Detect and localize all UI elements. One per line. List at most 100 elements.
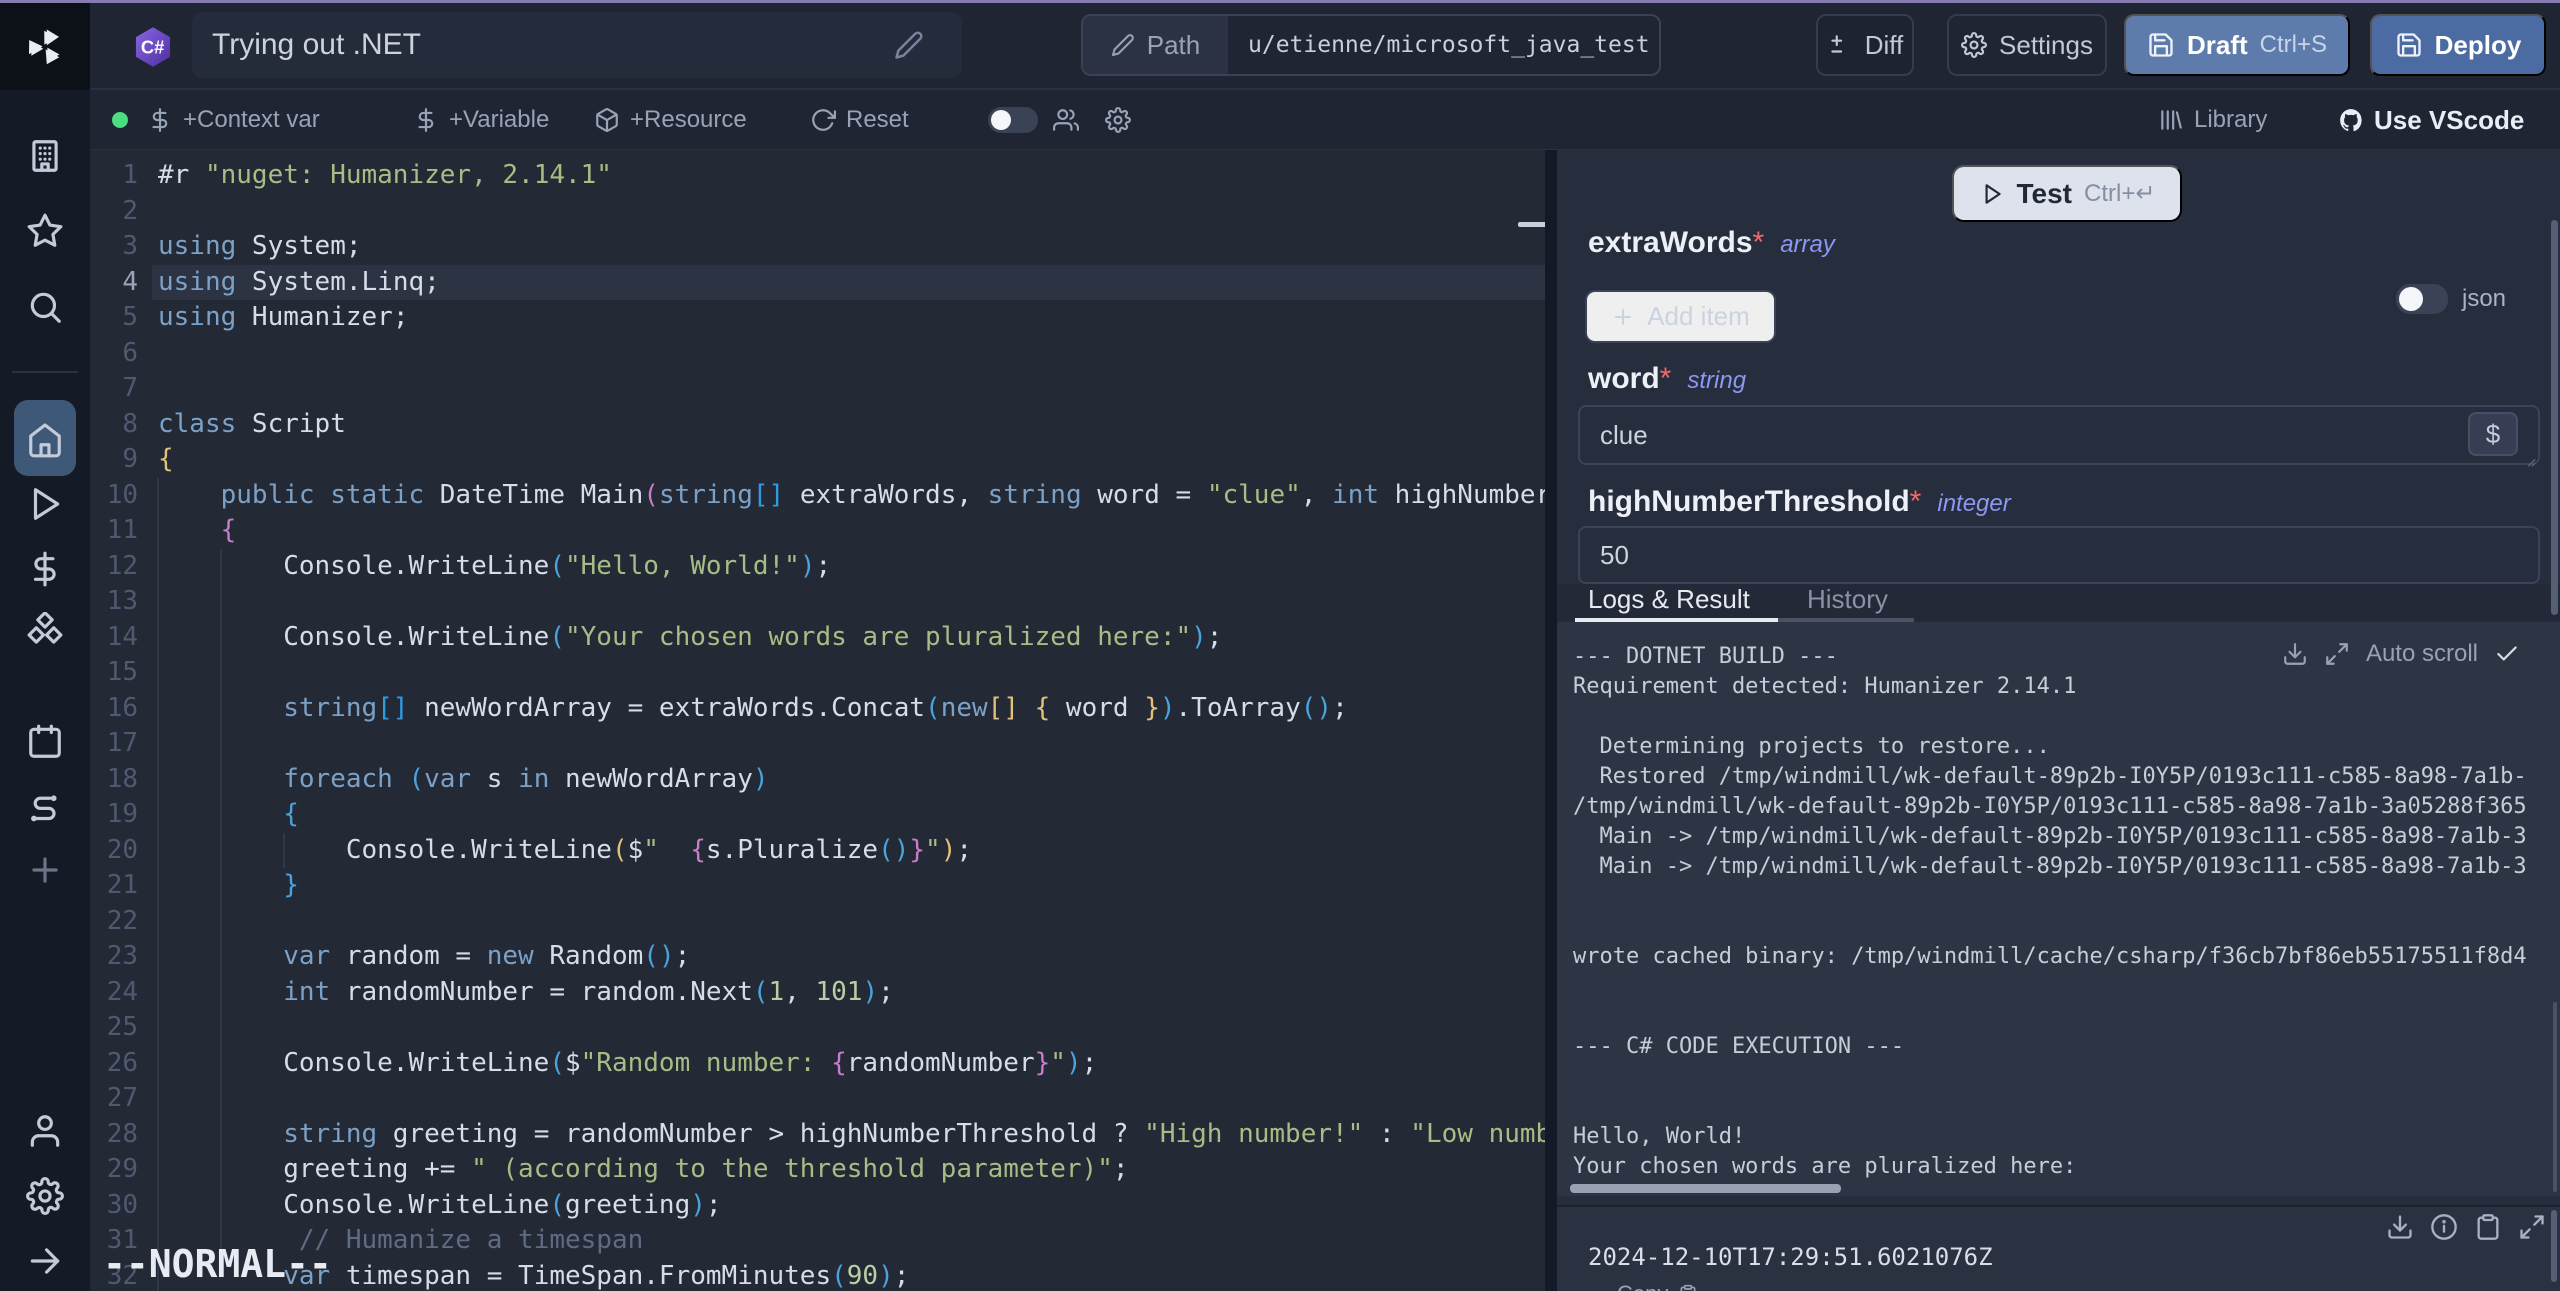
code-line: 17 <box>90 726 1545 762</box>
sidebar-item-building[interactable] <box>0 128 90 184</box>
editor-scroll-handle[interactable] <box>1518 222 1545 227</box>
code-line: 14 Console.WriteLine("Your chosen words … <box>90 620 1545 656</box>
sidebar-item-search[interactable] <box>0 279 90 335</box>
library-icon <box>2158 107 2184 133</box>
code-line: 28 string greeting = randomNumber > high… <box>90 1117 1545 1153</box>
add-item-button[interactable]: Add item <box>1585 290 1776 343</box>
edit-title-icon[interactable] <box>894 30 924 60</box>
sidebar-item-home[interactable] <box>0 412 90 468</box>
log-line: Restored /tmp/windmill/wk-default-89p2b-… <box>1573 762 2560 792</box>
add-variable-button[interactable]: +Variable <box>413 90 549 150</box>
log-output[interactable]: --- DOTNET BUILD ---Requirement detected… <box>1557 622 2560 1196</box>
editor-settings-button[interactable] <box>1105 90 1131 150</box>
clipboard-icon[interactable] <box>2474 1213 2502 1241</box>
script-title: Trying out .NET <box>212 28 894 62</box>
sidebar-item-gear[interactable] <box>0 1168 90 1224</box>
code-line: 3using System; <box>90 229 1545 265</box>
sidebar-item-arrow-right[interactable] <box>0 1233 90 1289</box>
sidebar-item-route[interactable] <box>0 781 90 837</box>
collaborators-button[interactable] <box>1053 90 1079 150</box>
script-title-field[interactable]: Trying out .NET <box>192 12 962 78</box>
path-label: Path <box>1147 30 1201 61</box>
topbar: C# Trying out .NET Path u/etienne/micros… <box>90 3 2560 90</box>
test-shortcut: Ctrl+↵ <box>2084 179 2155 208</box>
tab-logs-result[interactable]: Logs & Result <box>1588 584 1750 615</box>
users-icon <box>1053 107 1079 133</box>
sidebar-item-cubes[interactable] <box>0 603 90 659</box>
save-icon <box>2147 31 2175 59</box>
draft-button[interactable]: Draft Ctrl+S <box>2124 14 2350 76</box>
save-icon <box>2395 31 2423 59</box>
code-line: 7 <box>90 371 1545 407</box>
code-editor[interactable]: 1#r "nuget: Humanizer, 2.14.1"23using Sy… <box>90 150 1545 1291</box>
use-vscode-button[interactable]: Use VScode <box>2338 90 2524 150</box>
code-line: 10 public static DateTime Main(string[] … <box>90 478 1545 514</box>
result-toolbar <box>2386 1213 2546 1241</box>
code-line: 27 <box>90 1081 1545 1117</box>
insert-variable-button[interactable]: $ <box>2468 412 2518 456</box>
code-line: 24 int randomNumber = random.Next(1, 101… <box>90 975 1545 1011</box>
code-line: 8class Script <box>90 407 1545 443</box>
library-label: Library <box>2194 106 2267 134</box>
log-controls: Auto scroll <box>2282 640 2520 668</box>
log-line: Main -> /tmp/windmill/wk-default-89p2b-I… <box>1573 822 2560 852</box>
info-icon[interactable] <box>2430 1213 2458 1241</box>
field-type: integer <box>1937 490 2010 518</box>
csharp-language-icon: C# <box>131 24 175 70</box>
download-logs-icon[interactable] <box>2282 641 2308 667</box>
path-field[interactable]: Path u/etienne/microsoft_java_test <box>1081 14 1661 76</box>
threshold-input[interactable] <box>1578 526 2540 584</box>
dollar-icon <box>413 107 439 133</box>
log-line: Requirement detected: Humanizer 2.14.1 <box>1573 672 2560 702</box>
json-toggle[interactable] <box>2396 284 2448 314</box>
code-line: 21 } <box>90 868 1545 904</box>
sidebar-item-play[interactable] <box>0 476 90 532</box>
assistant-toggle[interactable] <box>988 90 1038 150</box>
expand-result-icon[interactable] <box>2518 1213 2546 1241</box>
draft-label: Draft <box>2187 30 2248 61</box>
cubes-icon <box>26 612 64 650</box>
log-line <box>1573 702 2560 732</box>
add-resource-button[interactable]: +Resource <box>594 90 747 150</box>
sidebar-item-calendar[interactable] <box>0 714 90 770</box>
results-tabbar: Logs & Result History <box>1557 584 2560 622</box>
deploy-button[interactable]: Deploy <box>2370 14 2546 76</box>
library-button[interactable]: Library <box>2158 90 2267 150</box>
tab-history[interactable]: History <box>1807 584 1888 615</box>
calendar-icon <box>26 723 64 761</box>
test-button[interactable]: Test Ctrl+↵ <box>1952 165 2182 222</box>
log-line <box>1573 882 2560 912</box>
log-line <box>1573 972 2560 1002</box>
resize-grip-icon[interactable] <box>2519 450 2537 468</box>
reset-button[interactable]: Reset <box>810 90 909 150</box>
log-horizontal-scrollbar[interactable] <box>1570 1184 1841 1193</box>
box-icon <box>594 107 620 133</box>
sidebar-item-user[interactable] <box>0 1103 90 1159</box>
copy-label: Copy <box>1617 1281 1668 1291</box>
result-scrollbar[interactable] <box>2551 1210 2557 1282</box>
log-vertical-scrollbar[interactable] <box>2553 1002 2557 1192</box>
code-line: 2 <box>90 194 1545 230</box>
panel-splitter[interactable] <box>1545 150 1557 1291</box>
sidebar-item-dollar[interactable] <box>0 541 90 597</box>
json-toggle-label: json <box>2462 285 2506 313</box>
diff-button[interactable]: Diff <box>1816 14 1914 76</box>
dollar-icon <box>26 550 64 588</box>
panel-scrollbar[interactable] <box>2551 220 2558 615</box>
add-item-label: Add item <box>1647 301 1750 332</box>
expand-logs-icon[interactable] <box>2324 641 2350 667</box>
sidebar-item-plus[interactable] <box>0 842 90 898</box>
field-type: array <box>1780 231 1835 259</box>
settings-button[interactable]: Settings <box>1947 14 2107 76</box>
copy-result-button[interactable]: Copy <box>1617 1281 1698 1291</box>
download-result-icon[interactable] <box>2386 1213 2414 1241</box>
log-line <box>1573 1062 2560 1092</box>
word-input[interactable] <box>1578 405 2540 465</box>
home-icon <box>26 421 64 459</box>
sidebar-item-star[interactable] <box>0 203 90 259</box>
sidebar-logo[interactable] <box>0 3 90 90</box>
autoscroll-label[interactable]: Auto scroll <box>2366 640 2478 668</box>
reset-icon <box>810 107 836 133</box>
add-context-var-button[interactable]: +Context var <box>147 90 320 150</box>
draft-shortcut: Ctrl+S <box>2260 31 2327 59</box>
